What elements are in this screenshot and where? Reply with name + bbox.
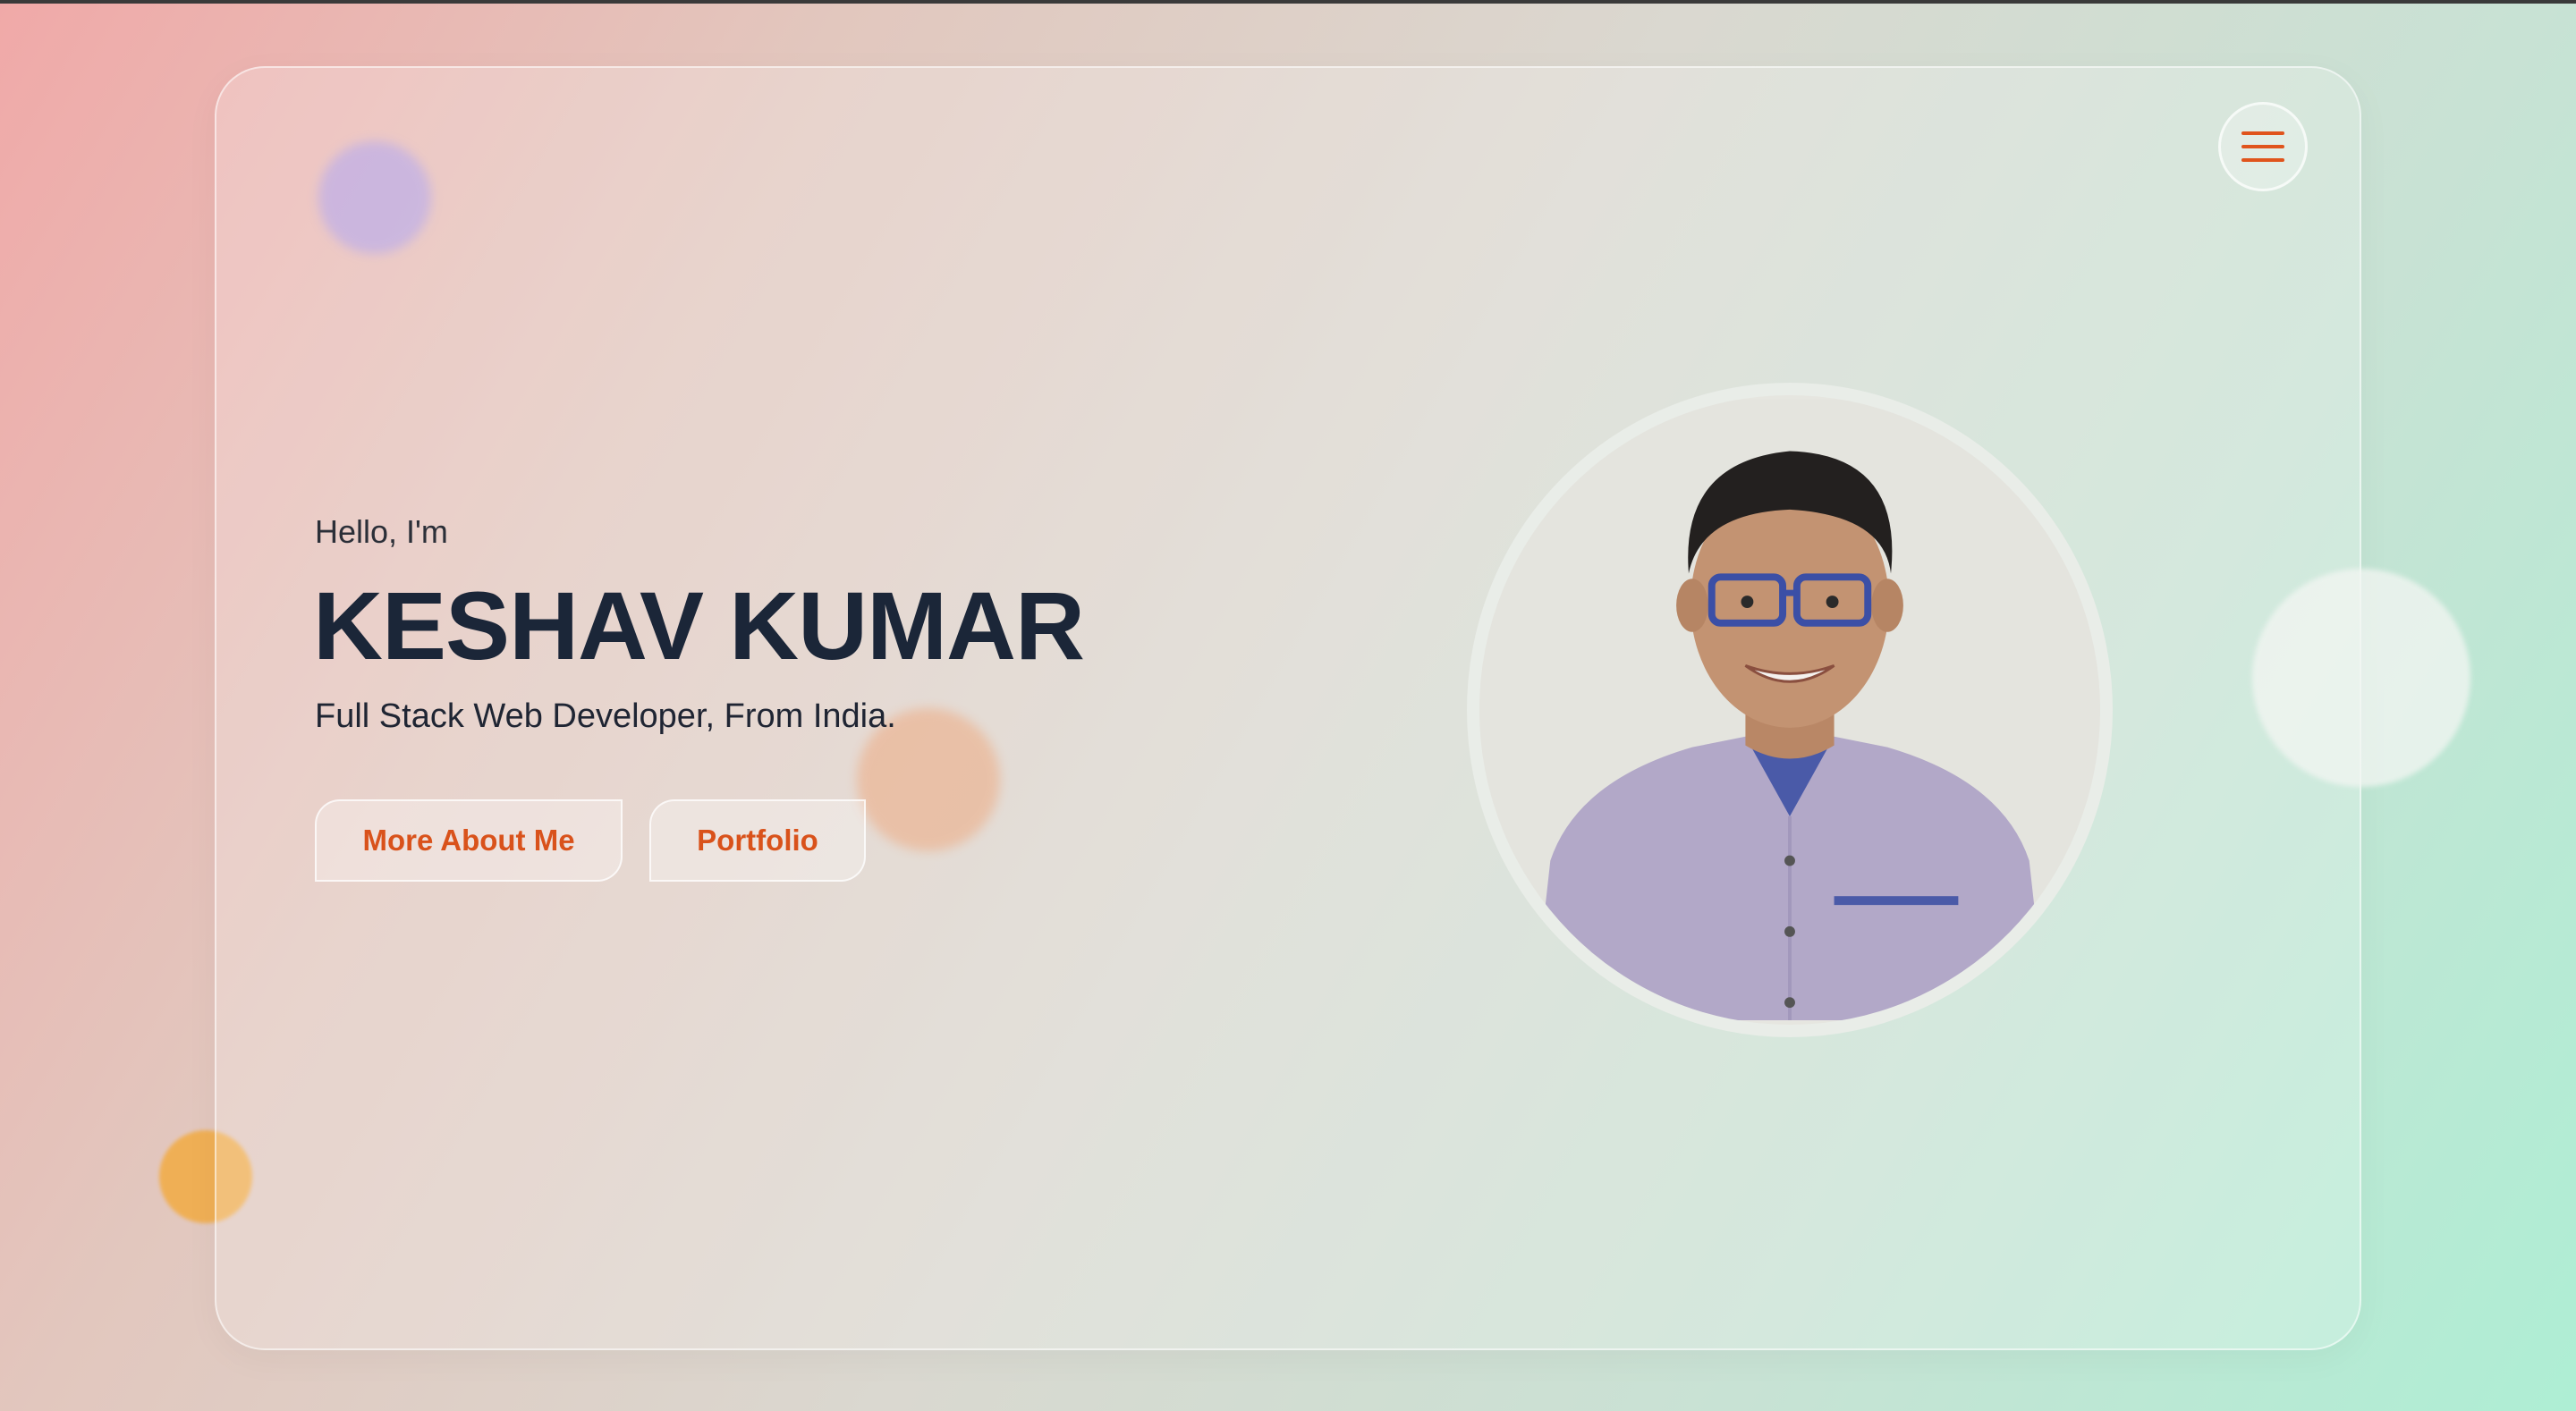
profile-photo-illustration <box>1479 400 2100 1020</box>
hamburger-menu-icon-bar <box>2241 145 2284 148</box>
decorative-white-bubble <box>2252 569 2470 787</box>
profile-photo <box>1467 383 2113 1037</box>
page-title: KESHAV KUMAR <box>313 571 1085 680</box>
hamburger-menu-icon <box>2241 131 2284 135</box>
more-about-me-button[interactable]: More About Me <box>315 799 623 882</box>
menu-button[interactable] <box>2218 102 2308 191</box>
window-top-border <box>0 0 2576 4</box>
tagline-text: Full Stack Web Developer, From India. <box>315 697 896 735</box>
portfolio-button[interactable]: Portfolio <box>649 799 866 882</box>
hamburger-menu-icon-bar <box>2241 158 2284 162</box>
greeting-text: Hello, I'm <box>315 513 448 550</box>
